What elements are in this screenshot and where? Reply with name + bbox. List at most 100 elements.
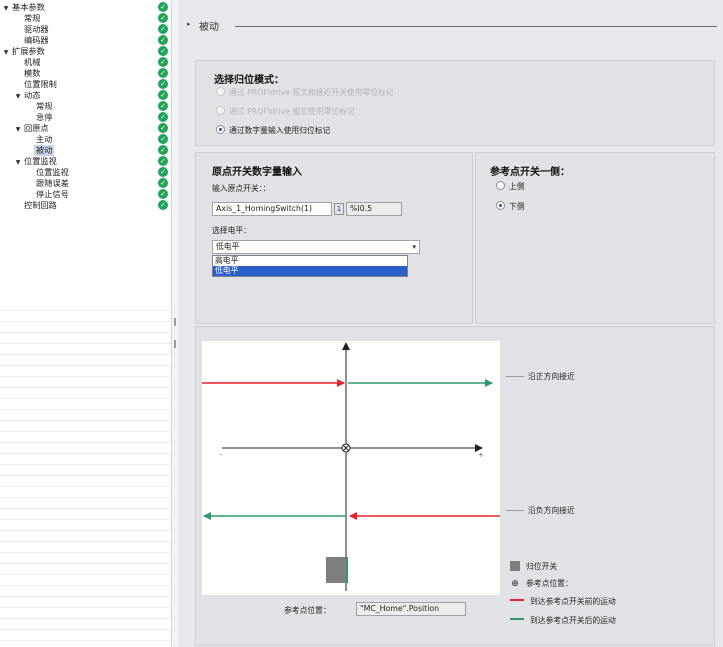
mode-option-profidrive[interactable]: 通过 PROFIdrive 报文使用零位标记 <box>216 106 355 118</box>
section-rule <box>235 26 717 27</box>
splitter-grip[interactable] <box>174 340 176 348</box>
positive-direction-label: 沿正方向接近 <box>528 372 575 381</box>
tree-item[interactable]: 驱动器 ✓ <box>0 24 178 35</box>
tree-item[interactable]: ▼ 动态 ✓ <box>0 90 178 101</box>
radio-icon[interactable] <box>216 87 225 96</box>
tree-item[interactable]: ▼ 回原点 ✓ <box>0 123 178 134</box>
tree-item[interactable]: 常规 ✓ <box>0 101 178 112</box>
tree-rows: ▼ 基本参数 ✓ 常规 ✓ 驱动器 ✓ 编码器 ✓ ▼ 扩展参数 ✓ 机械 ✓ 模数 ✓ 位置限制 ✓ ▼ 动态 ✓ 常规… <box>0 2 178 211</box>
reference-position-label: 参考点位置： <box>284 606 331 615</box>
mode-option-label: 通过 PROFIdrive 报文和接近开关使用零位标记 <box>229 88 394 97</box>
reference-side-panel: 参考点开关一侧： 上侧 下侧 <box>475 152 715 324</box>
tree-item[interactable]: 常规 ✓ <box>0 13 178 24</box>
side-option-lower[interactable]: 下侧 <box>496 201 525 213</box>
input-switch-label: 输入原点开关：： <box>212 184 271 193</box>
tree-item-label: 基本参数 <box>12 2 45 12</box>
section-header[interactable]: ▸ 被动 <box>187 16 717 36</box>
tree-item-label: 急停 <box>36 112 53 122</box>
homing-switch-block <box>326 557 346 583</box>
tree-item-label: 模数 <box>24 68 41 78</box>
check-circle-icon: ✓ <box>158 68 168 78</box>
tree-item[interactable]: 位置监视 ✓ <box>0 167 178 178</box>
homing-switch-title: 原点开关数字量输入 <box>212 167 302 178</box>
radio-icon[interactable] <box>496 181 505 190</box>
check-circle-icon: ✓ <box>158 90 168 100</box>
level-select-value: 低电平 <box>216 242 240 251</box>
tree-item[interactable]: ▼ 位置监视 ✓ <box>0 156 178 167</box>
tree-item-label: 回原点 <box>24 123 49 133</box>
radio-icon[interactable] <box>216 106 225 115</box>
mode-option-profidrive-switch[interactable]: 通过 PROFIdrive 报文和接近开关使用零位标记 <box>216 87 394 99</box>
tree-item[interactable]: 被动 ✓ <box>0 145 178 156</box>
check-circle-icon: ✓ <box>158 167 168 177</box>
radio-selected-icon[interactable] <box>496 201 505 210</box>
check-circle-icon: ✓ <box>158 123 168 133</box>
splitter-grip[interactable] <box>174 318 176 326</box>
mode-option-digital-input[interactable]: 通过数字量输入使用归位标记 <box>216 125 330 137</box>
mode-option-label: 通过 PROFIdrive 报文使用零位标记 <box>229 107 355 116</box>
legend-label: 到达参考点开关前的运动 <box>530 597 616 606</box>
tree-item-label: 驱动器 <box>24 24 49 34</box>
navigation-tree: ▼ 基本参数 ✓ 常规 ✓ 驱动器 ✓ 编码器 ✓ ▼ 扩展参数 ✓ 机械 ✓ 模数 ✓ 位置限制 ✓ ▼ 动态 ✓ 常规… <box>0 0 178 647</box>
leader-line <box>506 510 524 511</box>
check-circle-icon: ✓ <box>158 57 168 67</box>
homing-switch-input[interactable]: Axis_1_HomingSwitch(1) <box>212 202 332 216</box>
tree-item[interactable]: 模数 ✓ <box>0 68 178 79</box>
check-circle-icon: ✓ <box>158 101 168 111</box>
check-circle-icon: ✓ <box>158 189 168 199</box>
positive-axis-label: + <box>478 451 484 459</box>
check-circle-icon: ✓ <box>158 178 168 188</box>
level-select[interactable]: 低电平 ▾ <box>212 240 420 254</box>
tree-item[interactable]: ▼ 扩展参数 ✓ <box>0 46 178 57</box>
legend-reference-point: ⊕ 参考点位置： <box>510 578 573 589</box>
tree-item[interactable]: ▼ 基本参数 ✓ <box>0 2 178 13</box>
check-circle-icon: ✓ <box>158 46 168 56</box>
browse-button[interactable]: 1 <box>334 203 344 215</box>
tree-item[interactable]: 编码器 ✓ <box>0 35 178 46</box>
homing-diagram-panel: - + 沿正方向接近 沿负方向接近 归位开关 ⊕ 参考点位置： 到达参考点开关前… <box>195 326 715 646</box>
tree-item-label: 停止信号 <box>36 189 69 199</box>
address-field: %I0.5 <box>346 202 402 216</box>
tree-item-label: 主动 <box>36 134 53 144</box>
check-circle-icon: ✓ <box>158 79 168 89</box>
red-line-icon <box>510 599 524 601</box>
tree-item-label: 位置监视 <box>24 156 57 166</box>
tree-item[interactable]: 机械 ✓ <box>0 57 178 68</box>
check-circle-icon: ✓ <box>158 145 168 155</box>
side-option-label: 下侧 <box>509 202 525 211</box>
tree-empty-area <box>0 300 177 647</box>
tree-item[interactable]: 控制回路 ✓ <box>0 200 178 211</box>
check-circle-icon: ✓ <box>158 35 168 45</box>
collapse-arrow-icon[interactable]: ▸ <box>187 20 191 28</box>
check-circle-icon: ✓ <box>158 112 168 122</box>
tree-item-label: 常规 <box>24 13 41 23</box>
tree-item[interactable]: 跟随误差 ✓ <box>0 178 178 189</box>
dropdown-option-low[interactable]: 低电平 <box>213 266 407 276</box>
tree-item-label: 常规 <box>36 101 53 111</box>
radio-selected-icon[interactable] <box>216 125 225 134</box>
reference-position-field: "MC_Home".Position <box>356 602 466 616</box>
legend-before-motion: 到达参考点开关前的运动 <box>510 596 616 607</box>
check-circle-icon: ✓ <box>158 24 168 34</box>
check-circle-icon: ✓ <box>158 2 168 12</box>
tree-item-label: 扩展参数 <box>12 46 45 56</box>
pane-splitter[interactable] <box>171 0 178 647</box>
legend-label: 参考点位置： <box>526 579 573 588</box>
tree-item[interactable]: 主动 ✓ <box>0 134 178 145</box>
tree-item[interactable]: 停止信号 ✓ <box>0 189 178 200</box>
tree-item-label: 被动 <box>34 145 55 156</box>
leader-line <box>506 376 524 377</box>
tree-item-label: 机械 <box>24 57 41 67</box>
tree-item[interactable]: 急停 ✓ <box>0 112 178 123</box>
tree-item[interactable]: 位置限制 ✓ <box>0 79 178 90</box>
side-option-upper[interactable]: 上侧 <box>496 181 525 193</box>
side-option-label: 上侧 <box>509 182 525 191</box>
negative-axis-label: - <box>220 451 223 459</box>
dropdown-option-high[interactable]: 高电平 <box>213 256 407 266</box>
chevron-down-icon[interactable]: ▾ <box>412 241 416 253</box>
tree-item-label: 位置限制 <box>24 79 57 89</box>
section-title: 被动 <box>199 22 219 33</box>
tree-item-label: 编码器 <box>24 35 49 45</box>
negative-direction-label: 沿负方向接近 <box>528 506 575 515</box>
homing-diagram: - + <box>202 341 500 595</box>
